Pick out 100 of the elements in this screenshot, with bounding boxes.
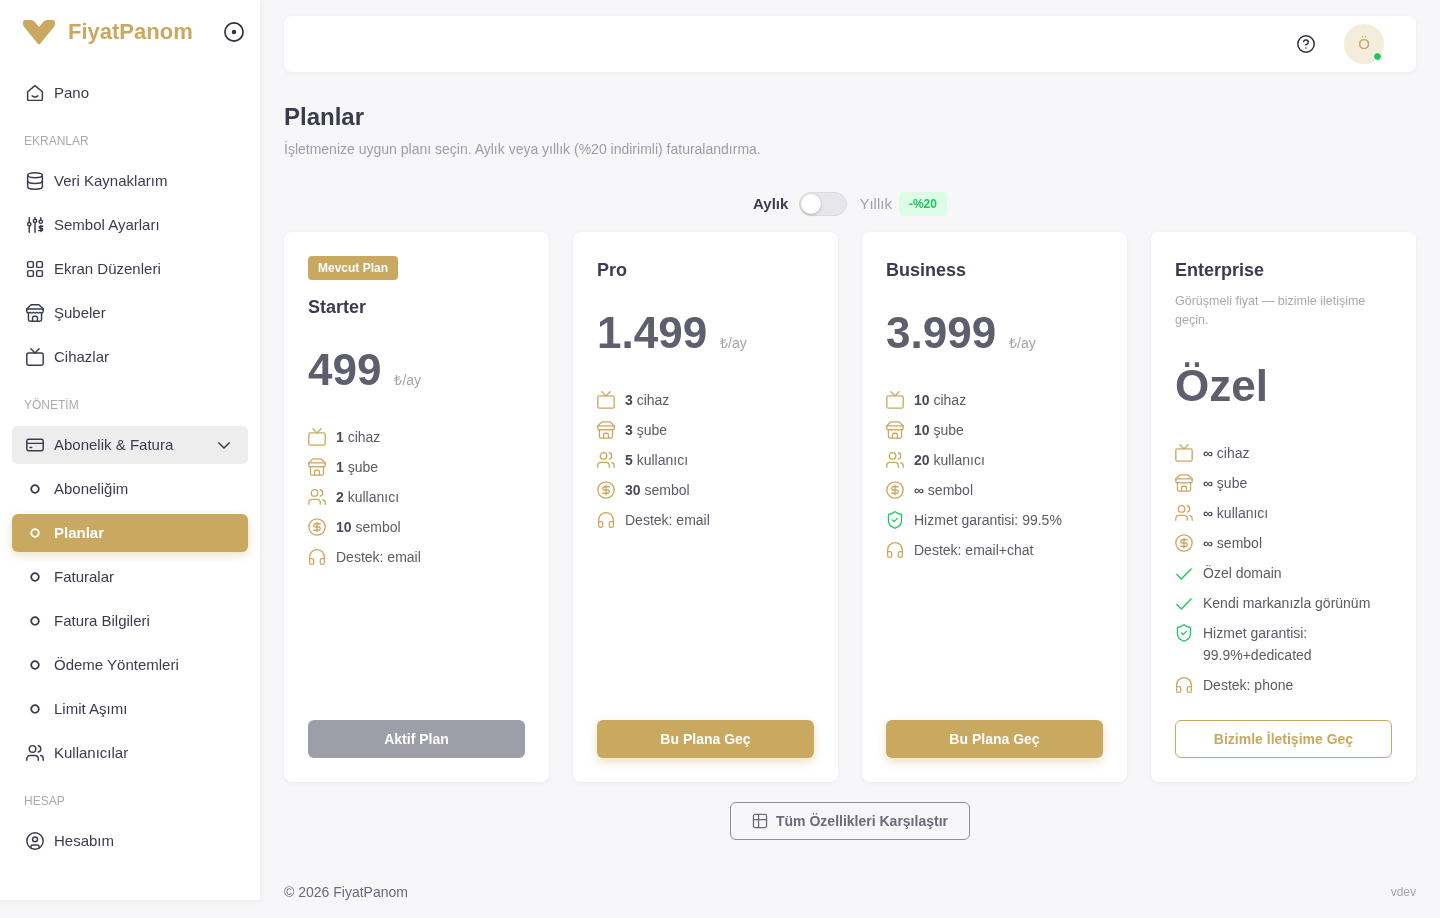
page-title: Planlar: [284, 102, 366, 132]
discount-badge: -%20: [898, 192, 947, 216]
price-unit: ₺/ay: [1009, 334, 1036, 353]
price-unit: ₺/ay: [394, 371, 422, 390]
feature-text: 3 şube: [625, 421, 668, 440]
nav-item[interactable]: Sembol Ayarları: [12, 206, 248, 244]
logo-icon: [22, 19, 56, 45]
circle-dot-icon[interactable]: [224, 22, 244, 42]
page-subtitle: İşletmenize uygun planı seçin. Aylık veya yıllık (%20 indirimli) faturalandırma.: [284, 140, 762, 159]
price-unit: ₺/ay: [720, 334, 747, 353]
plan-price: 499: [308, 344, 382, 396]
current-plan-badge: Mevcut Plan: [308, 256, 399, 280]
nav-item[interactable]: Şubeler: [12, 294, 248, 332]
nav-item[interactable]: Ödeme Yöntemleri: [12, 646, 248, 684]
feature-text: ∞ sembol: [914, 481, 973, 500]
section-label: EKRANLAR: [23, 133, 90, 150]
nav-item[interactable]: Abonelik & Fatura: [12, 426, 248, 464]
feature-text: Özel domain: [1203, 564, 1282, 583]
feature-text: 3 cihaz: [625, 391, 670, 410]
billing-toggle[interactable]: [799, 192, 848, 216]
user-circle-icon: [26, 832, 44, 850]
plan-name: Starter: [308, 296, 368, 319]
chevron-down-icon: [218, 441, 230, 449]
nav-item[interactable]: Faturalar: [12, 558, 248, 596]
feature-text: Destek: email: [625, 511, 710, 530]
feature-text: Kendi markanızla görünüm: [1203, 594, 1371, 613]
nav-item[interactable]: Hesabım: [12, 822, 248, 860]
circle-icon: [30, 660, 40, 670]
nav-item[interactable]: Veri Kaynaklarım: [12, 162, 248, 200]
feature-text: Hizmet garantisi: 99.5%: [914, 511, 1062, 530]
tv-icon: [308, 428, 326, 446]
users-icon: [1175, 504, 1193, 522]
check-icon: [1176, 568, 1192, 580]
table-icon: [752, 813, 768, 829]
feature-text: 10 cihaz: [914, 391, 967, 410]
nav-item[interactable]: Ekran Düzenleri: [12, 250, 248, 288]
circle-icon: [30, 484, 40, 494]
sliders-icon: [26, 216, 44, 234]
shield-check-icon: [1175, 624, 1193, 642]
compare-button[interactable]: Tüm Özellikleri Karşılaştır: [730, 802, 970, 840]
tv-icon: [886, 391, 904, 409]
database-icon: [26, 172, 44, 190]
plan-price: 1.499: [597, 307, 708, 359]
feature-text: Destek: email: [336, 548, 421, 567]
feature-text: Hizmet garantisi: 99.9%+dedicated: [1203, 624, 1313, 665]
monthly-label: Aylık: [753, 193, 789, 214]
shield-check-icon: [886, 511, 904, 529]
users-icon: [308, 488, 326, 506]
plan-price: Özel: [1175, 360, 1268, 412]
plan-name: Business: [886, 259, 968, 282]
plan-name: Enterprise: [1175, 259, 1266, 282]
headset-icon: [886, 541, 904, 559]
store-icon: [886, 421, 904, 439]
store-icon: [308, 458, 326, 476]
feature-text: 1 şube: [336, 458, 379, 477]
users-icon: [886, 451, 904, 469]
feature-text: 30 sembol: [625, 481, 690, 500]
feature-text: 20 kullanıcı: [914, 451, 985, 470]
users-icon: [26, 744, 44, 762]
tv-icon: [26, 348, 44, 366]
version-label: vdev: [1390, 884, 1416, 901]
feature-text: ∞ şube: [1203, 474, 1248, 493]
store-icon: [1175, 474, 1193, 492]
dollar-coin-icon: [308, 518, 326, 536]
help-icon[interactable]: [1297, 35, 1315, 53]
nav-item[interactable]: Pano: [12, 74, 248, 112]
plan-name: Pro: [597, 259, 628, 282]
headset-icon: [1175, 676, 1193, 694]
feature-text: ∞ cihaz: [1203, 444, 1250, 463]
feature-text: ∞ sembol: [1203, 534, 1262, 553]
circle-icon: [30, 616, 40, 626]
nav-item[interactable]: Limit Aşımı: [12, 690, 248, 728]
store-icon: [26, 304, 44, 322]
plan-price: 3.999: [886, 307, 997, 359]
feature-text: Destek: email+chat: [914, 541, 1034, 560]
tv-icon: [1175, 444, 1193, 462]
circle-icon: [30, 572, 40, 582]
plan-note: Görüşmeli fiyat — bizimle iletişime geçin.: [1175, 293, 1367, 329]
headset-icon: [308, 548, 326, 566]
feature-text: 2 kullanıcı: [336, 488, 400, 507]
users-icon: [597, 451, 615, 469]
circle-icon: [30, 528, 40, 538]
brand-name: FiyatPanom: [68, 18, 193, 46]
yearly-label: Yıllık: [859, 193, 892, 214]
tv-icon: [597, 391, 615, 409]
nav-item[interactable]: Aboneliğim: [12, 470, 248, 508]
dollar-coin-icon: [886, 481, 904, 499]
nav-item[interactable]: Cihazlar: [12, 338, 248, 376]
house-icon: [26, 84, 44, 102]
store-icon: [597, 421, 615, 439]
feature-text: ∞ kullanıcı: [1203, 504, 1269, 523]
section-label: HESAP: [23, 793, 66, 810]
dollar-coin-icon: [1175, 534, 1193, 552]
feature-text: 5 kullanıcı: [625, 451, 689, 470]
section-label: YÖNETİM: [23, 397, 80, 414]
headset-icon: [597, 511, 615, 529]
nav-item[interactable]: Fatura Bilgileri: [12, 602, 248, 640]
footer-copyright: © 2026 FiyatPanom: [284, 883, 408, 902]
feature-text: 1 cihaz: [336, 428, 381, 447]
nav-item[interactable]: Kullanıcılar: [12, 734, 248, 772]
